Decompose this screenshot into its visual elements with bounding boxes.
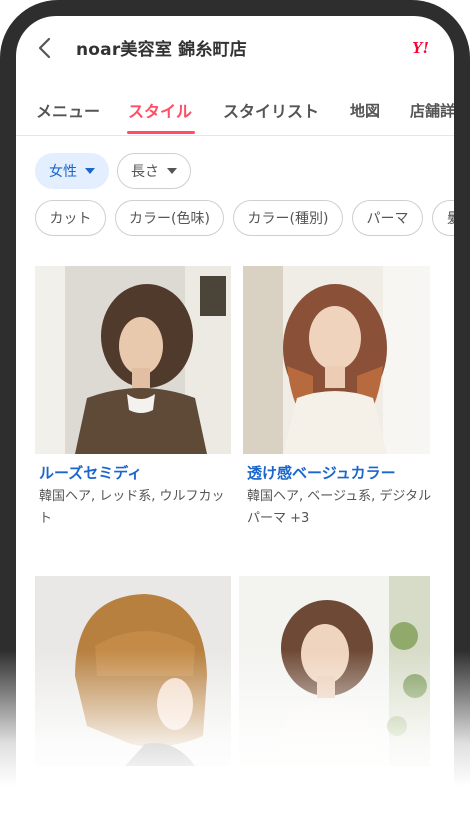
filter-chip-hair[interactable]: 髪 bbox=[432, 200, 454, 236]
app-screen: noar美容室 錦糸町店 Y! メニュー スタイル スタイリスト 地図 店舗詳 … bbox=[16, 16, 454, 820]
active-tab-indicator bbox=[127, 131, 195, 134]
caret-down-icon bbox=[167, 168, 177, 174]
header: noar美容室 錦糸町店 Y! bbox=[16, 16, 454, 82]
tab-style[interactable]: スタイル bbox=[128, 98, 192, 122]
length-dropdown[interactable]: 長さ bbox=[117, 153, 191, 189]
gender-dropdown-label: 女性 bbox=[49, 164, 77, 180]
style-photo[interactable] bbox=[243, 266, 430, 454]
phone-frame: noar美容室 錦糸町店 Y! メニュー スタイル スタイリスト 地図 店舗詳 … bbox=[0, 0, 470, 820]
filter-chip-color-type[interactable]: カラー(種別) bbox=[233, 200, 343, 236]
gender-dropdown[interactable]: 女性 bbox=[35, 153, 109, 189]
back-arrow-icon[interactable] bbox=[36, 36, 54, 60]
caret-down-icon bbox=[85, 168, 95, 174]
style-photo[interactable] bbox=[35, 576, 231, 766]
yahoo-logo-icon[interactable]: Y! bbox=[412, 38, 429, 58]
filter-chip-perm[interactable]: パーマ bbox=[352, 200, 423, 236]
style-tags: 韓国ヘア, レッド系, ウルフカット bbox=[39, 489, 225, 526]
style-title[interactable]: ルーズセミディ bbox=[39, 462, 229, 483]
style-photo[interactable] bbox=[239, 576, 430, 766]
style-tags: 韓国ヘア, ベージュ系, デジタルパーマ +3 bbox=[247, 489, 432, 526]
filter-chip-color-tone[interactable]: カラー(色味) bbox=[115, 200, 224, 236]
tab-menu[interactable]: メニュー bbox=[36, 98, 100, 122]
tab-bar: メニュー スタイル スタイリスト 地図 店舗詳 bbox=[16, 88, 454, 136]
style-title[interactable]: 透け感ベージュカラー bbox=[247, 462, 437, 483]
length-dropdown-label: 長さ bbox=[131, 164, 159, 180]
page-title: noar美容室 錦糸町店 bbox=[76, 40, 247, 60]
tab-shop-details[interactable]: 店舗詳 bbox=[410, 100, 454, 121]
filter-chip-cut[interactable]: カット bbox=[35, 200, 106, 236]
tab-stylist[interactable]: スタイリスト bbox=[223, 98, 319, 122]
style-photo[interactable] bbox=[35, 266, 231, 454]
tab-map[interactable]: 地図 bbox=[350, 100, 380, 121]
